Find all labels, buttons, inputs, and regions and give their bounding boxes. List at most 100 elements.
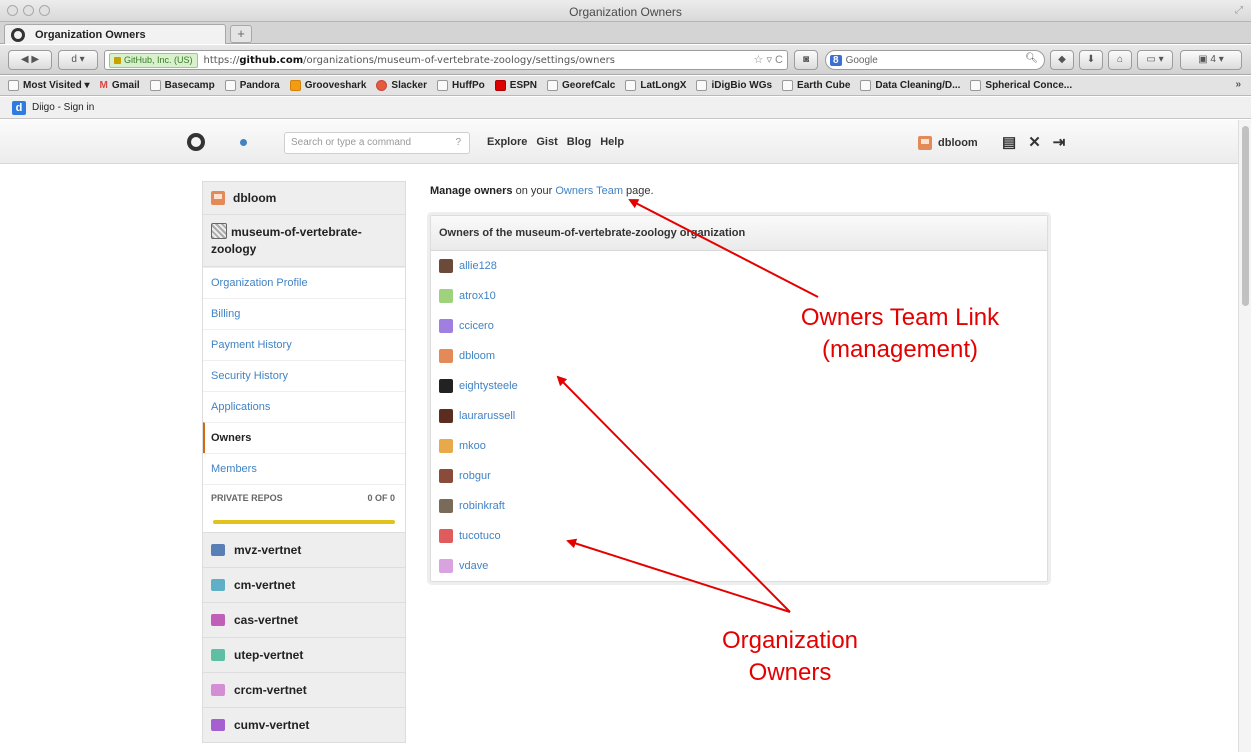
sidebar-org-item[interactable]: cm-vertnet xyxy=(202,568,406,603)
bookmark-pandora[interactable]: Pandora xyxy=(224,80,280,91)
sidebar-org-item[interactable]: crcm-vertnet xyxy=(202,673,406,708)
owner-login-link[interactable]: atrox10 xyxy=(459,290,496,302)
diigo-icon[interactable]: d xyxy=(12,100,26,115)
owner-row[interactable]: robinkraft xyxy=(431,491,1047,521)
owner-login-link[interactable]: allie128 xyxy=(459,260,497,272)
sidebar-item-members[interactable]: Members xyxy=(203,453,405,484)
header-user-link[interactable]: dbloom xyxy=(918,136,978,150)
home-icon[interactable]: ⌂ xyxy=(1108,50,1132,70)
bookmark-slacker[interactable]: Slacker xyxy=(376,80,427,91)
owner-login-link[interactable]: eightysteele xyxy=(459,380,518,392)
annotation-organization-owners: Organization Owners xyxy=(721,627,859,686)
bookmarks-overflow-button[interactable]: » xyxy=(1235,79,1241,90)
owner-login-link[interactable]: ccicero xyxy=(459,320,494,332)
owner-avatar[interactable] xyxy=(439,289,453,303)
owner-login-link[interactable]: laurarussell xyxy=(459,410,515,422)
sidebar-item-billing[interactable]: Billing xyxy=(203,298,405,329)
bookmark-huffpo[interactable]: HuffPo xyxy=(437,80,485,91)
download-icon[interactable]: ⬇ xyxy=(1079,50,1103,70)
search-help-icon[interactable]: ? xyxy=(455,133,461,153)
search-bar[interactable]: 8 Google 🔍︎ xyxy=(825,50,1045,70)
sign-out-icon[interactable]: ⇥ xyxy=(1053,133,1066,151)
owner-avatar[interactable] xyxy=(439,379,453,393)
owner-avatar[interactable] xyxy=(439,349,453,363)
bookmark-espn[interactable]: ESPN xyxy=(494,80,537,91)
bookmark-grooveshark[interactable]: Grooveshark xyxy=(289,80,366,91)
create-repo-icon[interactable]: ▤ xyxy=(1002,133,1016,151)
header-nav: Explore Gist Blog Help xyxy=(487,136,624,148)
page-icon xyxy=(224,80,236,91)
url-text[interactable]: https://github.com/organizations/museum-… xyxy=(204,55,615,66)
github-logo-icon[interactable] xyxy=(187,133,205,151)
owner-avatar[interactable] xyxy=(439,409,453,423)
owner-avatar[interactable] xyxy=(439,559,453,573)
sidebar-item-applications[interactable]: Applications xyxy=(203,391,405,422)
scrollbar-thumb[interactable] xyxy=(1242,126,1249,306)
bookmark-data-cleaning[interactable]: Data Cleaning/D... xyxy=(860,80,960,91)
diigo-toolbar-button[interactable]: d ▾ xyxy=(58,50,98,70)
bookmark-most-visited[interactable]: Most Visited ▾ xyxy=(8,80,90,91)
nav-gist-link[interactable]: Gist xyxy=(536,136,557,148)
command-search-input[interactable]: Search or type a command ? xyxy=(284,132,470,154)
bookmark-gmail[interactable]: M Gmail xyxy=(100,80,140,91)
owner-row[interactable]: tucotuco xyxy=(431,521,1047,551)
owner-row[interactable]: mkoo xyxy=(431,431,1047,461)
sidebar-item-owners[interactable]: Owners xyxy=(203,422,405,453)
sidebar-org-item[interactable]: utep-vertnet xyxy=(202,638,406,673)
url-bar[interactable]: GitHub, Inc. (US) https://github.com/org… xyxy=(104,50,788,70)
nav-help-link[interactable]: Help xyxy=(600,136,624,148)
sidebar-current-org[interactable]: museum-of-vertebrate-zoology xyxy=(202,214,406,267)
owner-login-link[interactable]: robinkraft xyxy=(459,500,505,512)
sidebar-item-organization-profile[interactable]: Organization Profile xyxy=(203,267,405,298)
owners-team-link[interactable]: Owners Team xyxy=(555,185,623,197)
sidebar-org-item[interactable]: cas-vertnet xyxy=(202,603,406,638)
addon-icon[interactable]: ◙ xyxy=(794,50,818,70)
owner-login-link[interactable]: mkoo xyxy=(459,440,486,452)
owner-avatar[interactable] xyxy=(439,319,453,333)
back-forward-button[interactable]: ◀ ▶ xyxy=(8,50,52,70)
owner-avatar[interactable] xyxy=(439,259,453,273)
browser-tab[interactable]: Organization Owners xyxy=(4,24,226,44)
fullscreen-icon[interactable]: ⤢ xyxy=(1235,5,1243,16)
owner-row[interactable]: vdave xyxy=(431,551,1047,581)
nav-explore-link[interactable]: Explore xyxy=(487,136,527,148)
diigo-sign-in-link[interactable]: Diigo - Sign in xyxy=(32,102,94,113)
google-engine-icon[interactable]: 8 xyxy=(830,54,842,66)
sidebar-user-switcher[interactable]: dbloom xyxy=(202,181,406,214)
owner-avatar[interactable] xyxy=(439,499,453,513)
bookmark-earth-cube[interactable]: Earth Cube xyxy=(782,80,850,91)
bookmark-star-icon[interactable]: ☆ ▿ C xyxy=(754,53,783,66)
settings-tools-icon[interactable]: ✕ xyxy=(1028,133,1041,151)
owner-avatar[interactable] xyxy=(439,469,453,483)
sidebar-item-security-history[interactable]: Security History xyxy=(203,360,405,391)
sidebar-org-name: utep-vertnet xyxy=(234,648,304,662)
ssl-identity-badge[interactable]: GitHub, Inc. (US) xyxy=(109,52,198,68)
owner-row[interactable]: eightysteele xyxy=(431,371,1047,401)
context-indicator-icon[interactable] xyxy=(240,139,247,146)
bookmark-basecamp[interactable]: Basecamp xyxy=(149,80,215,91)
owner-row[interactable]: laurarussell xyxy=(431,401,1047,431)
sidebar-org-item[interactable]: cumv-vertnet xyxy=(202,708,406,743)
sync-icon[interactable]: ◆ xyxy=(1050,50,1074,70)
new-tab-button[interactable]: + xyxy=(230,25,252,43)
extensions-button[interactable]: ▣ 4 ▾ xyxy=(1180,50,1242,70)
nav-blog-link[interactable]: Blog xyxy=(567,136,591,148)
bookmark-georefcalc[interactable]: GeorefCalc xyxy=(547,80,615,91)
sidebar-item-payment-history[interactable]: Payment History xyxy=(203,329,405,360)
owner-login-link[interactable]: tucotuco xyxy=(459,530,501,542)
sidebar-toggle-button[interactable]: ▭ ▾ xyxy=(1137,50,1173,70)
owner-row[interactable]: robgur xyxy=(431,461,1047,491)
sidebar-org-item[interactable]: mvz-vertnet xyxy=(202,533,406,568)
owner-login-link[interactable]: robgur xyxy=(459,470,491,482)
bookmark-spherical[interactable]: Spherical Conce... xyxy=(970,80,1072,91)
owner-login-link[interactable]: vdave xyxy=(459,560,488,572)
page-scrollbar[interactable] xyxy=(1238,120,1251,752)
search-icon[interactable]: 🔍︎ xyxy=(1025,53,1038,64)
owner-avatar[interactable] xyxy=(439,439,453,453)
bookmark-idigbio[interactable]: iDigBio WGs xyxy=(696,80,772,91)
bookmark-latlongx[interactable]: LatLongX xyxy=(625,80,686,91)
owner-login-link[interactable]: dbloom xyxy=(459,350,495,362)
owner-avatar[interactable] xyxy=(439,529,453,543)
diigo-toolbar: d Diigo - Sign in xyxy=(0,97,1251,119)
owner-row[interactable]: allie128 xyxy=(431,251,1047,281)
